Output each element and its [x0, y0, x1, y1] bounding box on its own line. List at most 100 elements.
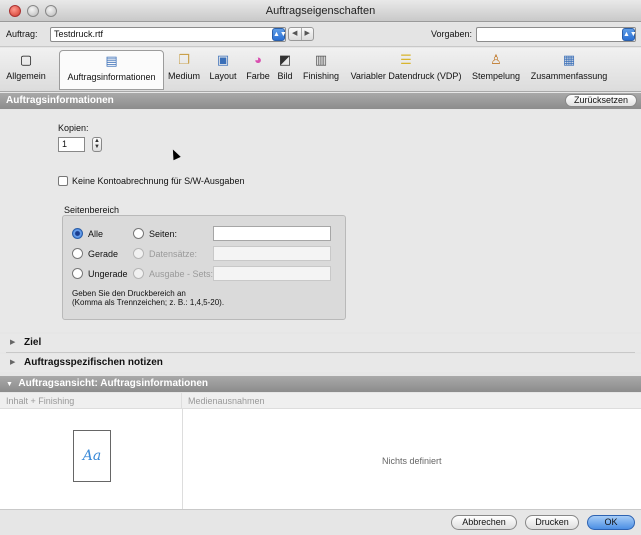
presets-label: Vorgaben: [431, 29, 473, 39]
title-bar: Auftragseigenschaften [0, 0, 641, 22]
column-content-finishing: Inhalt + Finishing [0, 393, 182, 409]
copies-input[interactable]: 1 [58, 137, 85, 152]
cancel-button[interactable]: Abbrechen [451, 515, 517, 530]
job-info-panel: Kopien: 1 ▲ ▼ Keine Kontoabrechnung für … [0, 110, 641, 332]
column-divider [182, 409, 183, 509]
copies-value: 1 [62, 139, 68, 149]
tab-label: Zusammenfassung [530, 71, 608, 81]
tab-label: Variabler Datendruck (VDP) [350, 71, 462, 81]
tab-label: Allgemein [6, 71, 46, 81]
stepper-down-icon[interactable]: ▼ [93, 144, 101, 150]
tab-general[interactable]: ▢ Allgemein [2, 50, 50, 90]
radio-output-sets [133, 268, 144, 279]
section-destination-label: Ziel [24, 337, 42, 348]
tab-image[interactable]: ◩ Bild [274, 50, 296, 90]
no-accounting-label: Keine Kontoabrechnung für S/W-Ausgaben [72, 176, 245, 186]
radio-records [133, 248, 144, 259]
column-content-label: Inhalt + Finishing [6, 396, 75, 406]
next-job-icon[interactable]: ▶ [302, 28, 314, 40]
job-bar: Auftrag: Testdruck.rtf ▲▼ ◀ ▶ Vorgaben: … [0, 23, 641, 47]
disclosure-triangle-icon[interactable]: ▶ [10, 334, 15, 352]
radio-odd-label: Ungerade [88, 269, 128, 279]
section-destination[interactable]: ▶ Ziel [0, 334, 641, 352]
job-preview-panel: Inhalt + Finishing Medienausnahmen Aa Ni… [0, 393, 641, 509]
radio-pages[interactable] [133, 228, 144, 239]
job-nav-arrows[interactable]: ◀ ▶ [288, 27, 314, 41]
section-job-notes-label: Auftragsspezifischen notizen [24, 357, 163, 368]
image-icon: ◩ [278, 52, 292, 67]
radio-even-label: Gerade [88, 249, 119, 259]
radio-pages-label: Seiten: [149, 229, 178, 239]
print-button[interactable]: Drucken [525, 515, 579, 530]
layout-icon: ▣ [216, 52, 230, 67]
previous-job-icon[interactable]: ◀ [289, 28, 302, 40]
finishing-icon: ▥ [314, 52, 328, 67]
presets-select[interactable] [476, 27, 636, 42]
blank-page-icon: ▢ [19, 52, 33, 67]
page-range-group: Alle Seiten: Gerade Datensätze: Ungerade… [62, 215, 346, 320]
radio-records-label: Datensätze: [149, 249, 198, 259]
stamp-icon: ♙ [490, 52, 502, 67]
reset-button[interactable]: Zurücksetzen [564, 94, 637, 107]
tab-label: Farbe [246, 71, 270, 81]
tab-label: Stempelung [471, 71, 521, 81]
records-input [213, 246, 331, 261]
section-job-notes[interactable]: ▶ Auftragsspezifischen notizen [0, 354, 641, 372]
tab-label: Bild [277, 71, 293, 81]
tab-label: Finishing [302, 71, 340, 81]
property-tabs: ▢ Allgemein ▤ Auftragsinformationen ❐ Me… [0, 48, 641, 92]
output-sets-input [213, 266, 331, 281]
job-select-value: Testdruck.rtf [54, 29, 104, 39]
column-media-label: Medienausnahmen [188, 396, 265, 406]
radio-even[interactable] [72, 248, 83, 259]
pages-input[interactable] [213, 226, 331, 241]
vdp-icon: ☰ [400, 52, 412, 67]
section-header: Auftragsinformationen Zurücksetzen [0, 93, 641, 109]
tab-summary[interactable]: ▦ Zusammenfassung [528, 50, 610, 90]
copies-stepper[interactable]: ▲ ▼ [92, 137, 102, 152]
summary-icon: ▦ [562, 52, 576, 67]
tab-label: Medium [167, 71, 200, 81]
section-title: Auftragsinformationen [6, 95, 114, 106]
presets-select-arrows-icon[interactable]: ▲▼ [622, 28, 637, 41]
tab-label: Layout [209, 71, 237, 81]
radio-all-label: Alle [88, 229, 104, 239]
color-wheel-icon: ◕ [254, 52, 262, 67]
copies-label: Kopien: [58, 123, 89, 133]
job-select-arrows-icon[interactable]: ▲▼ [272, 28, 287, 41]
tab-stamping[interactable]: ♙ Stempelung [469, 50, 523, 90]
tab-finishing[interactable]: ▥ Finishing [300, 50, 342, 90]
tab-media[interactable]: ❐ Medium [163, 50, 205, 90]
job-select[interactable]: Testdruck.rtf [50, 27, 286, 42]
tab-job-info[interactable]: ▤ Auftragsinformationen [59, 50, 164, 90]
page-range-hint: Geben Sie den Druckbereich an [72, 289, 186, 298]
divider [6, 352, 635, 353]
radio-output-sets-label: Ausgabe - Sets: [149, 269, 214, 279]
window-title: Auftragseigenschaften [265, 5, 376, 17]
column-media-exceptions: Medienausnahmen [182, 393, 641, 409]
tab-color[interactable]: ◕ Farbe [241, 50, 275, 90]
job-label: Auftrag: [6, 29, 38, 39]
radio-odd[interactable] [72, 268, 83, 279]
page-range-title: Seitenbereich [64, 205, 120, 215]
paper-icon: ❐ [178, 52, 190, 67]
tab-vdp[interactable]: ☰ Variabler Datendruck (VDP) [348, 50, 464, 90]
dialog-buttons: Abbrechen Drucken OK [0, 509, 641, 535]
job-view-header[interactable]: ▼ Auftragsansicht: Auftragsinformationen [0, 376, 641, 392]
minimize-window-icon[interactable] [27, 5, 39, 17]
tab-layout[interactable]: ▣ Layout [206, 50, 240, 90]
thumbnail-text: Aa [82, 448, 102, 464]
page-range-hint-example: (Komma als Trennzeichen; z. B.: 1,4,5-20… [72, 298, 225, 307]
radio-all[interactable] [72, 228, 83, 239]
document-info-icon: ▤ [105, 53, 118, 68]
disclosure-down-icon[interactable]: ▼ [6, 381, 13, 388]
disclosure-triangle-icon[interactable]: ▶ [10, 354, 15, 372]
no-accounting-checkbox[interactable] [58, 176, 68, 186]
media-empty-text: Nichts definiert [382, 456, 442, 466]
tab-label: Auftragsinformationen [67, 72, 156, 82]
close-window-icon[interactable] [9, 5, 21, 17]
zoom-window-icon[interactable] [45, 5, 57, 17]
job-view-title: Auftragsansicht: Auftragsinformationen [18, 378, 208, 389]
page-thumbnail: Aa [73, 430, 111, 482]
ok-button[interactable]: OK [587, 515, 635, 530]
